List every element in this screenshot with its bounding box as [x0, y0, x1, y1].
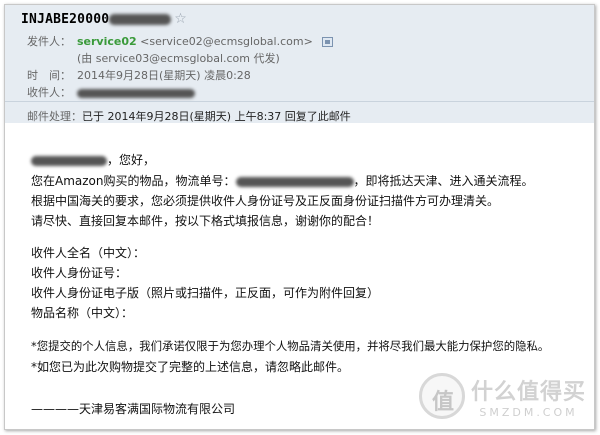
process-row: 邮件处理：已于 2014年9月28日(星期天) 上午8:37 回复了此邮件: [27, 108, 351, 124]
site-watermark: 值 什么值得买 SMZDM.COM: [418, 373, 586, 419]
redacted-tracking-number: [235, 176, 354, 187]
line1-prefix: 您在Amazon购买的物品，物流单号：: [31, 174, 236, 188]
body-line-2: 根据中国海关的要求，您必须提供收件人身份证号及正反面身份证扫描件方可办理清关。: [31, 194, 500, 208]
greeting-text: ，您好，: [107, 153, 156, 167]
redacted-recipient[interactable]: [77, 88, 195, 98]
process-text: 已于 2014年9月28日(星期天) 上午8:37 回复了此邮件: [82, 110, 351, 123]
watermark-title: 什么值得买: [470, 379, 586, 405]
field-item-name: 物品名称（中文）：: [31, 306, 134, 320]
add-contact-icon[interactable]: [322, 37, 334, 47]
to-label: 收件人：: [27, 86, 71, 99]
field-id-scan: 收件人身份证电子版（照片或扫描件，正反面，可作为附件回复）: [31, 286, 380, 300]
from-row: 发件人： service02 <service02@ecmsglobal.com>: [27, 33, 334, 49]
process-label: 邮件处理：: [27, 110, 82, 123]
body-line-1: 您在Amazon购买的物品，物流单号： ，即将抵达天津、进入通关流程。: [31, 175, 534, 187]
email-window: INJABE20000 ☆ 发件人： service02 <service02@e…: [4, 4, 595, 430]
sender-name[interactable]: service02: [77, 35, 137, 48]
watermark-glyph: 值: [431, 390, 454, 415]
field-fullname: 收件人全名（中文）：: [31, 246, 146, 260]
privacy-note: *您提交的个人信息，我们承诺仅限于为您办理个人物品清关使用，并将尽我们最大能力保…: [31, 339, 550, 353]
sender-address[interactable]: <service02@ecmsglobal.com>: [140, 35, 313, 48]
greeting-line: ，您好，: [31, 154, 155, 166]
email-header: INJABE20000 ☆ 发件人： service02 <service02@e…: [5, 5, 594, 123]
header-divider: [5, 101, 594, 102]
redacted-recipient-name: [31, 155, 107, 166]
email-subject: INJABE20000: [21, 11, 110, 27]
watermark-logo-icon: 值: [418, 373, 465, 419]
body-line-3: 请尽快、直接回复本邮件，按以下格式填报信息，谢谢你的配合！: [31, 214, 380, 228]
on-behalf-row: (由 service03@ecmsglobal.com 代发): [77, 50, 280, 66]
field-id-number: 收件人身份证号：: [31, 266, 128, 280]
time-label: 时 间：: [27, 69, 71, 82]
redacted-subject-suffix: [109, 13, 172, 25]
send-time: 2014年9月28日(星期天) 凌晨0:28: [77, 69, 251, 82]
ignore-note: *如您已为此次购物提交了完整的上述信息，请忽略此邮件。: [31, 360, 350, 374]
to-row: 收件人：: [27, 84, 195, 100]
star-icon[interactable]: ☆: [174, 11, 187, 27]
on-behalf-text: (由 service03@ecmsglobal.com 代发): [77, 52, 280, 65]
signature: ————天津易客满国际物流有限公司: [31, 402, 236, 416]
watermark-text: 什么值得买 SMZDM.COM: [471, 374, 586, 419]
line1-suffix: ，即将抵达天津、进入通关流程。: [353, 174, 534, 188]
watermark-site: SMZDM.COM: [479, 405, 578, 419]
time-row: 时 间： 2014年9月28日(星期天) 凌晨0:28: [27, 67, 251, 83]
subject-row: INJABE20000 ☆: [21, 11, 187, 27]
from-label: 发件人：: [27, 35, 71, 48]
